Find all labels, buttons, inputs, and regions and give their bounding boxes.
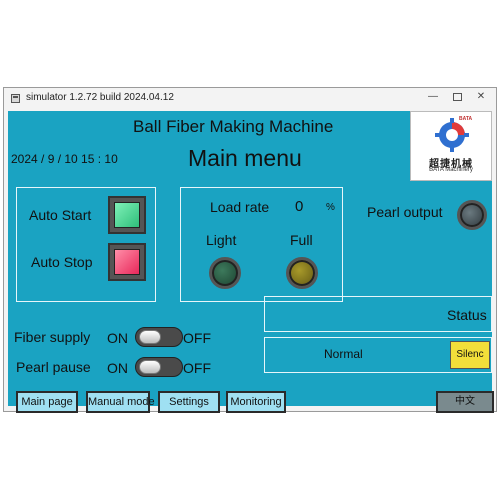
- window-titlebar[interactable]: simulator 1.2.72 build 2024.04.12 — ✕: [4, 88, 496, 110]
- nav-monitoring-button[interactable]: Monitoring: [226, 391, 286, 413]
- full-label: Full: [290, 232, 313, 248]
- pearl-output-label: Pearl output: [367, 204, 443, 220]
- window-title: simulator 1.2.72 build 2024.04.12: [26, 92, 174, 103]
- date-time-display: 2024 / 9 / 10 15 : 10: [11, 152, 118, 166]
- toggle-knob: [139, 360, 161, 374]
- pearl-pause-toggle[interactable]: [135, 357, 183, 377]
- nav-main-page-button[interactable]: Main page: [16, 391, 78, 413]
- pearl-output-lamp: [457, 200, 487, 230]
- gear-logo-icon: [435, 118, 469, 152]
- nav-settings-button[interactable]: Settings: [158, 391, 220, 413]
- minimize-button[interactable]: —: [422, 90, 444, 105]
- fiber-supply-on-label: ON: [107, 330, 128, 346]
- machine-title: Ball Fiber Making Machine: [133, 117, 334, 136]
- load-rate-value: 0: [295, 198, 304, 215]
- full-indicator-lamp: [286, 257, 318, 289]
- minimize-icon: —: [428, 91, 438, 102]
- close-icon: ✕: [476, 91, 486, 102]
- logo-badge: BATA: [459, 116, 473, 122]
- fiber-supply-toggle[interactable]: [135, 327, 183, 347]
- pearl-pause-label: Pearl pause: [16, 359, 91, 375]
- light-indicator-lamp: [209, 257, 241, 289]
- company-logo: BATA 超捷机械 BATA Machinery: [410, 111, 492, 181]
- hmi-screen: Ball Fiber Making Machine 2024 / 9 / 10 …: [8, 111, 494, 413]
- light-label: Light: [206, 232, 237, 248]
- maximize-icon: [452, 93, 462, 101]
- load-rate-unit: %: [326, 202, 335, 213]
- page-title: Main menu: [188, 145, 302, 171]
- logo-subtitle: BATA Machinery: [429, 167, 473, 173]
- auto-stop-label: Auto Stop: [31, 254, 93, 270]
- auto-start-button[interactable]: [108, 196, 146, 234]
- pearl-pause-on-label: ON: [107, 360, 128, 376]
- auto-start-button-face: [114, 202, 140, 228]
- status-value: Normal: [324, 347, 363, 361]
- nav-manual-mode-button[interactable]: Manual mode: [86, 391, 155, 413]
- pearl-pause-off-label: OFF: [183, 360, 211, 376]
- language-toggle-button[interactable]: 中文: [436, 391, 494, 413]
- auto-stop-button-face: [114, 249, 140, 275]
- toggle-knob: [139, 330, 161, 344]
- simulator-window: simulator 1.2.72 build 2024.04.12 — ✕ Ba…: [3, 87, 497, 413]
- maximize-button[interactable]: [446, 90, 468, 105]
- silence-button[interactable]: Silenc: [450, 341, 490, 369]
- close-button[interactable]: ✕: [470, 90, 492, 105]
- auto-stop-button[interactable]: [108, 243, 146, 281]
- fiber-supply-off-label: OFF: [183, 330, 211, 346]
- fiber-supply-label: Fiber supply: [14, 329, 91, 345]
- status-label: Status: [447, 307, 487, 323]
- app-icon: [11, 94, 20, 103]
- auto-start-label: Auto Start: [29, 207, 92, 223]
- load-rate-label: Load rate: [210, 199, 270, 215]
